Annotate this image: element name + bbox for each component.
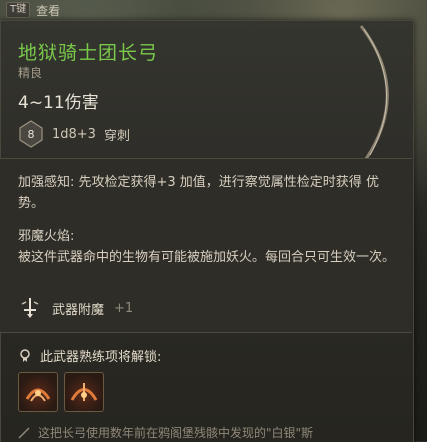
key-hint: T键 <box>6 2 31 18</box>
bow-icon <box>359 25 389 160</box>
proficiency-icon <box>20 348 30 362</box>
damage-type: 穿刺 <box>103 128 130 144</box>
ability-hellfire-title: 邪魔火焰: <box>18 229 75 244</box>
description-row: 这把长弓使用数年前在鸦阁堡残骸中发现的"白银"斯 <box>18 424 313 441</box>
d8-dice-icon: 8 <box>18 120 44 148</box>
sword-enchant-icon <box>21 298 39 318</box>
ability-hellfire-text: 被这件武器命中的生物有可能被施加妖火。每回合只可生效一次。 <box>18 250 396 265</box>
divider <box>0 332 412 333</box>
divider <box>0 158 412 159</box>
item-rarity: 精良 <box>18 66 43 80</box>
unlocked-actions <box>18 372 104 412</box>
enchant-bonus: +1 <box>114 300 134 316</box>
item-damage: 4~11伤害 <box>18 93 99 113</box>
proficiency-label: 此武器熟练项将解锁: <box>40 350 162 365</box>
enchantment-row: 武器附魔 +1 <box>18 296 133 320</box>
enchant-label: 武器附魔 <box>52 302 105 318</box>
description-text: 这把长弓使用数年前在鸦阁堡残骸中发现的"白银"斯 <box>38 426 314 440</box>
action-icon-1[interactable] <box>18 372 58 412</box>
examine-label[interactable]: 查看 <box>36 2 60 19</box>
lore-icon <box>18 426 30 439</box>
damage-dice-row: 8 1d8+3 穿刺 <box>18 120 130 148</box>
ability-hellfire: 邪魔火焰: 被这件武器命中的生物有可能被施加妖火。每回合只可生效一次。 <box>18 226 398 268</box>
topbar: T键 查看 <box>0 0 60 20</box>
item-name: 地狱骑士团长弓 <box>18 42 159 64</box>
action-icon-2[interactable] <box>64 372 104 412</box>
proficiency-row: 此武器熟练项将解锁: <box>18 346 161 365</box>
svg-text:8: 8 <box>28 128 35 141</box>
dice-formula: 1d8+3 <box>52 126 96 142</box>
ability-keen-perception: 加强感知: 先攻检定获得+3 加值，进行察觉属性检定时获得 优势。 <box>18 175 379 211</box>
